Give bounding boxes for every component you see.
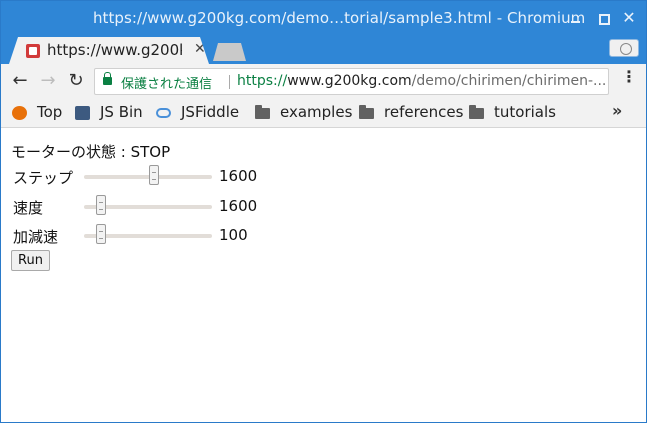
motor-status: モーターの状態 : STOP [11, 143, 171, 161]
speed-value: 1600 [219, 197, 258, 215]
speed-slider-thumb[interactable] [96, 195, 106, 215]
address-bar[interactable]: 保護された通信 https://www.g200kg.com/demo/chir… [94, 68, 609, 95]
step-slider-thumb[interactable] [149, 165, 159, 185]
page-content: モーターの状態 : STOP ステップ 1600 速度 1600 加減速 100… [1, 128, 646, 422]
forward-button[interactable]: → [37, 70, 59, 92]
control-row-speed: 速度 1600 [13, 195, 313, 218]
control-row-step: ステップ 1600 [13, 165, 313, 188]
browser-toolbar: ← → ↻ 保護された通信 https://www.g200kg.com/dem… [1, 64, 646, 98]
url-host: www.g200kg.com [287, 73, 412, 89]
tab-active[interactable]: https://www.g200kg.com/demo/chirimen/chi… [9, 37, 209, 64]
bookmark-label: examples [280, 103, 353, 121]
acceleration-slider[interactable] [84, 224, 212, 244]
speed-slider[interactable] [84, 195, 212, 215]
lock-icon[interactable] [103, 72, 112, 85]
top-site-icon [12, 106, 27, 120]
run-button[interactable]: Run [11, 250, 50, 271]
url-path: /demo/chirimen/chirimen-... [411, 73, 607, 89]
profile-icon[interactable] [609, 39, 639, 57]
title-bar: https://www.g200kg.com/demo…torial/sampl… [1, 1, 646, 35]
window-title: https://www.g200kg.com/demo…torial/sampl… [93, 9, 586, 27]
acceleration-label: 加減速 [13, 228, 59, 246]
acceleration-value: 100 [219, 226, 248, 244]
bookmarks-bar: Top JS Bin JSFiddle examples references … [1, 98, 646, 128]
tab-close-icon[interactable]: ✕ [194, 41, 206, 57]
url-text[interactable]: https://www.g200kg.com/demo/chirimen/chi… [237, 73, 606, 89]
step-label: ステップ [13, 169, 74, 187]
more-bookmarks-icon[interactable]: » [612, 101, 622, 120]
folder-icon [255, 105, 270, 119]
bookmark-label: Top [37, 103, 63, 121]
folder-icon [359, 105, 374, 119]
bookmark-label: references [384, 103, 464, 121]
tab-title: https://www.g200kg.com/demo/chirimen/chi… [47, 41, 182, 59]
step-value: 1600 [219, 167, 258, 185]
jsbin-icon [75, 106, 90, 120]
control-row-acceleration: 加減速 100 [13, 224, 313, 247]
bookmark-label: JSFiddle [181, 103, 240, 121]
back-button[interactable]: ← [9, 70, 31, 92]
reload-button[interactable]: ↻ [65, 70, 87, 92]
acceleration-slider-thumb[interactable] [96, 224, 106, 244]
jsfiddle-icon [156, 108, 171, 118]
address-separator [229, 75, 230, 89]
browser-window: https://www.g200kg.com/demo…torial/sampl… [0, 0, 647, 423]
url-scheme: https:// [237, 73, 288, 89]
tab-strip: https://www.g200kg.com/demo/chirimen/chi… [1, 35, 646, 64]
minimize-icon[interactable] [568, 10, 584, 26]
folder-icon [469, 105, 484, 119]
maximize-icon[interactable] [595, 10, 611, 26]
close-window-icon[interactable]: ✕ [621, 10, 637, 26]
secure-label[interactable]: 保護された通信 [121, 73, 212, 92]
speed-label: 速度 [13, 199, 44, 217]
step-slider[interactable] [84, 165, 212, 185]
menu-icon[interactable]: ⋮ [621, 69, 637, 85]
bookmark-label: JS Bin [100, 103, 143, 121]
favicon-icon [26, 44, 40, 58]
bookmark-label: tutorials [494, 103, 556, 121]
new-tab-button[interactable] [213, 43, 246, 61]
